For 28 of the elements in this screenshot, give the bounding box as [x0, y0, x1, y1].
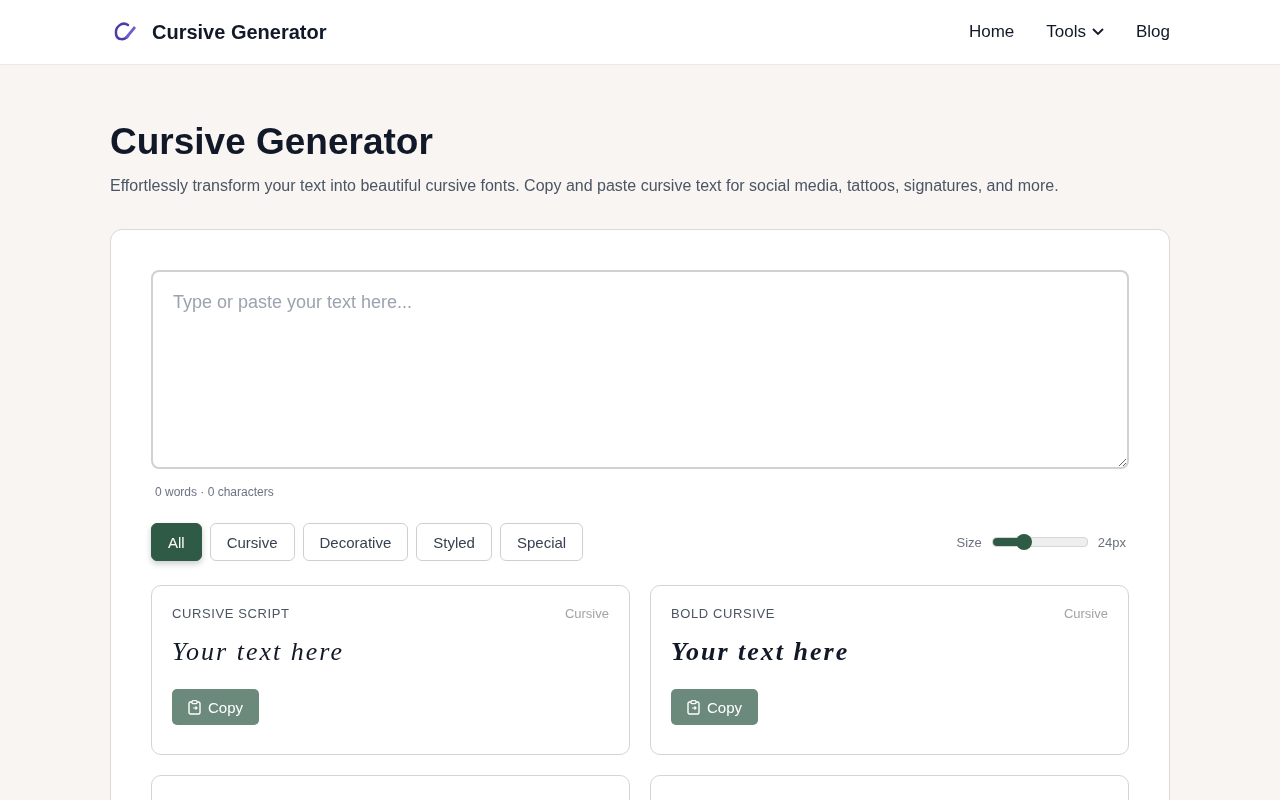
copy-button[interactable]: Copy [172, 689, 260, 725]
filter-tab[interactable]: All [151, 523, 202, 561]
style-category: Cursive [564, 606, 609, 621]
style-name: CURSIVE SCRIPT [172, 606, 290, 621]
clipboard-icon [188, 699, 201, 715]
style-preview: Your text here [671, 637, 851, 667]
nav-link[interactable]: Blog [1135, 22, 1170, 42]
filter-tab[interactable]: Cursive [209, 523, 295, 561]
size-slider[interactable] [991, 537, 1088, 547]
page-subtitle: Effortlessly transform your text into beautiful cursive fonts. Copy and paste cursive text for social media, tattoos, signatures, and more. [110, 177, 1060, 195]
text-input-field[interactable]: Type or paste your text here... [151, 270, 1129, 469]
page-title: Cursive Generator [110, 121, 434, 163]
style-preview: Your text here [172, 637, 345, 667]
nav-link[interactable]: Tools [1046, 22, 1104, 42]
filter-tab[interactable]: Special [499, 523, 584, 561]
slider-thumb[interactable] [1015, 534, 1032, 550]
filter-tab[interactable]: Decorative [302, 523, 409, 561]
clipboard-icon [687, 699, 700, 715]
filter-tab[interactable]: Styled [416, 523, 492, 561]
nav-link[interactable]: Home [968, 22, 1015, 42]
size-value: 24px [1097, 534, 1126, 550]
brand-name: Cursive Generator [152, 20, 327, 44]
style-name: BOLD CURSIVE [671, 606, 775, 621]
copy-button[interactable]: Copy [671, 689, 759, 725]
size-label: Size [956, 534, 982, 550]
chevron-down-icon [1091, 28, 1104, 36]
style-category: Cursive [1063, 606, 1108, 621]
word-counter: 0 words · 0 characters [155, 485, 275, 499]
